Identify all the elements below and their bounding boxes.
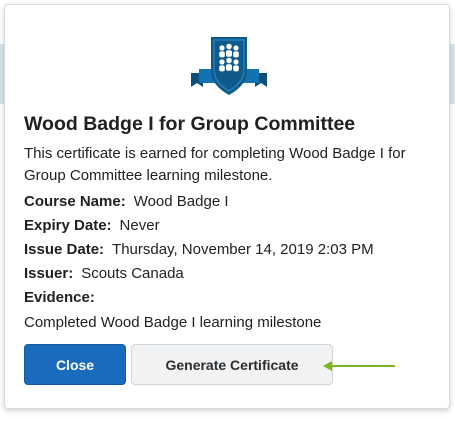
group-badge-icon <box>191 37 267 95</box>
expiry-date-value: Never <box>119 217 160 234</box>
issue-date-value: Thursday, November 14, 2019 2:03 PM <box>112 241 374 258</box>
generate-certificate-button[interactable]: Generate Certificate <box>131 344 333 385</box>
certificate-title: Wood Badge I for Group Committee <box>24 113 356 135</box>
generate-certificate-button-label: Generate Certificate <box>165 356 299 373</box>
evidence-row: Evidence: <box>24 289 103 306</box>
certificate-description: This certificate is earned for completin… <box>24 145 406 184</box>
course-name-label: Course Name: <box>24 193 126 210</box>
issuer-value: Scouts Canada <box>81 265 184 282</box>
close-button[interactable]: Close <box>24 344 126 385</box>
course-name-value: Wood Badge I <box>133 193 229 210</box>
close-button-label: Close <box>55 356 95 373</box>
background-page-bottom <box>0 410 455 421</box>
expiry-date-label: Expiry Date: <box>24 217 112 234</box>
green-arrow-icon <box>323 361 395 371</box>
evidence-value: Completed Wood Badge I learning mileston… <box>24 314 322 331</box>
issue-date-label: Issue Date: <box>24 241 105 258</box>
course-name-row: Course Name: Wood Badge I <box>24 193 229 210</box>
expiry-date-row: Expiry Date: Never <box>24 217 160 234</box>
issue-date-row: Issue Date: Thursday, November 14, 2019 2… <box>24 241 374 258</box>
issuer-label: Issuer: <box>24 265 74 282</box>
certificate-dialog: Wood Badge I for Group Committee This ce… <box>4 4 450 409</box>
issuer-row: Issuer: Scouts Canada <box>24 265 184 282</box>
evidence-label: Evidence: <box>24 289 95 306</box>
